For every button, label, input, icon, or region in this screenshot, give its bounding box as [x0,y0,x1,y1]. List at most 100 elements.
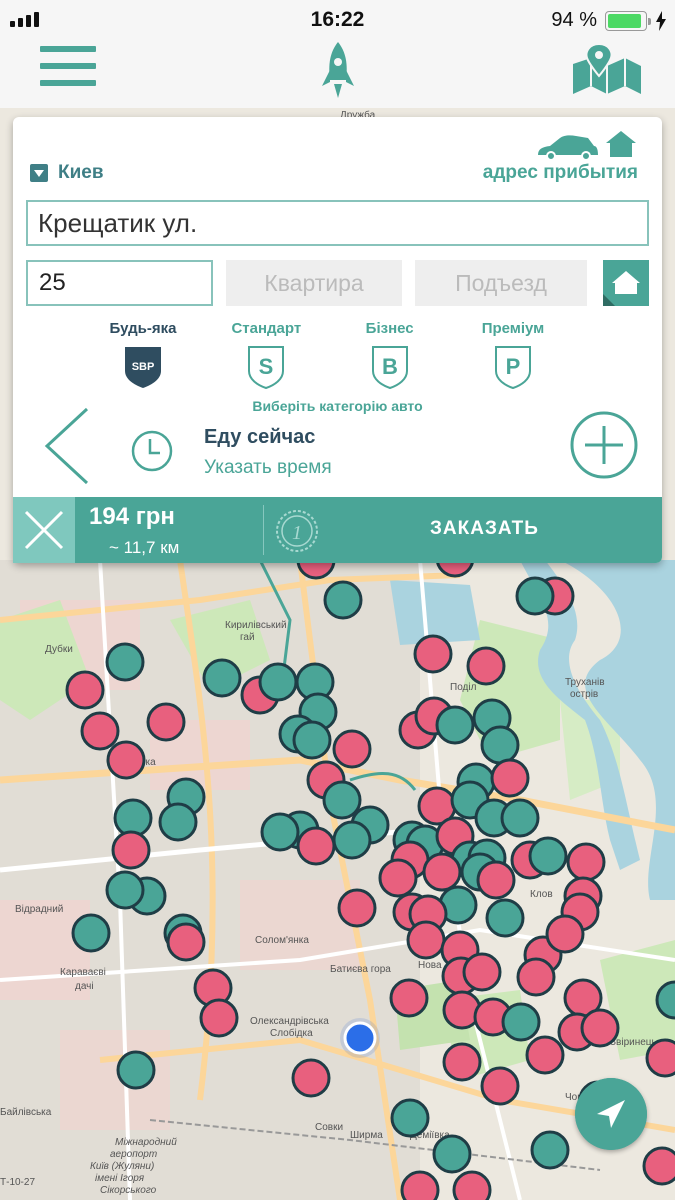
status-bar: 16:22 94 % [0,0,675,40]
car-marker-free[interactable] [71,913,111,953]
car-marker-busy[interactable] [462,952,502,992]
svg-text:Поділ: Поділ [450,682,477,693]
car-marker-free[interactable] [105,870,145,910]
signal-icon [10,12,39,27]
distance-label: ~ 11,7 км [109,538,180,557]
shield-icon: B [371,346,408,390]
map-pin-icon[interactable] [571,44,643,96]
car-marker-busy[interactable] [442,1042,482,1082]
car-marker-busy[interactable] [400,1170,440,1200]
category-standard[interactable]: Стандарт S [216,320,316,394]
car-marker-busy[interactable] [645,1038,675,1078]
car-marker-busy[interactable] [146,702,186,742]
order-button[interactable]: ЗАКАЗАТЬ [430,518,539,540]
car-marker-free[interactable] [323,580,363,620]
car-marker-busy[interactable] [332,729,372,769]
menu-icon[interactable] [40,46,96,92]
car-marker-free[interactable] [528,836,568,876]
rocket-icon [322,42,354,98]
street-input[interactable]: Крещатик ул. [26,200,649,246]
car-marker-free[interactable] [260,812,300,852]
shield-icon: P [494,346,531,390]
svg-text:Клов: Клов [530,889,553,900]
car-marker-busy[interactable] [545,914,585,954]
car-marker-free[interactable] [202,658,242,698]
car-house-icon [538,131,636,161]
car-marker-busy[interactable] [199,998,239,1038]
car-marker-busy[interactable] [642,1146,675,1186]
svg-text:аеропорт: аеропорт [110,1149,157,1160]
category-label: Преміум [481,320,545,337]
car-marker-free[interactable] [116,1050,156,1090]
car-marker-busy[interactable] [525,1035,565,1075]
badge-number: 1 [292,522,302,544]
car-marker-free[interactable] [322,780,362,820]
car-marker-busy[interactable] [296,826,336,866]
close-icon[interactable] [13,497,75,563]
car-marker-busy[interactable] [65,670,105,710]
clock-icon [131,430,173,472]
home-address-button[interactable] [603,260,649,306]
car-marker-free[interactable] [292,720,332,760]
car-marker-busy[interactable] [106,740,146,780]
car-marker-free[interactable] [113,798,153,838]
add-stop-icon[interactable] [569,410,639,480]
svg-text:Батиєва гора: Батиєва гора [330,964,391,975]
car-marker-busy[interactable] [80,711,120,751]
car-marker-free[interactable] [530,1130,570,1170]
car-marker-busy[interactable] [166,922,206,962]
car-marker-free[interactable] [432,1134,472,1174]
car-marker-busy[interactable] [422,852,462,892]
car-marker-free[interactable] [258,662,298,702]
svg-text:Совки: Совки [315,1122,343,1133]
svg-text:Слобідка: Слобідка [270,1027,313,1039]
car-marker-busy[interactable] [490,758,530,798]
car-marker-free[interactable] [500,798,540,838]
car-marker-free[interactable] [105,642,145,682]
svg-text:Олександрівська: Олександрівська [250,1016,329,1027]
car-marker-free[interactable] [332,820,372,860]
bonus-badge-icon: 1 [276,510,318,552]
svg-text:Т-10-27: Т-10-27 [0,1177,35,1188]
car-marker-busy[interactable] [480,1066,520,1106]
car-marker-busy[interactable] [580,1008,620,1048]
car-marker-busy[interactable] [406,920,446,960]
back-arrow-icon[interactable] [43,407,91,485]
car-marker-free[interactable] [390,1098,430,1138]
car-marker-busy[interactable] [389,978,429,1018]
car-marker-busy[interactable] [337,888,377,928]
arrival-address-toggle[interactable]: адрес прибытия [483,162,638,184]
entrance-input[interactable]: Подъезд [415,260,587,306]
apartment-input[interactable]: Квартира [226,260,402,306]
car-marker-free[interactable] [501,1002,541,1042]
car-marker-free[interactable] [480,725,520,765]
category-any[interactable]: Будь-яка SBP [93,320,193,394]
car-marker-busy[interactable] [378,858,418,898]
car-marker-free[interactable] [515,576,555,616]
category-letter: SBP [132,361,155,373]
car-marker-busy[interactable] [466,646,506,686]
ride-now-label[interactable]: Еду сейчас [204,426,315,449]
category-hint: Виберіть категорію авто [252,398,423,414]
city-label: Киев [58,162,104,183]
car-marker-busy[interactable] [566,842,606,882]
category-letter: S [259,354,274,379]
locate-me-button[interactable] [575,1078,647,1150]
car-marker-busy[interactable] [111,830,151,870]
car-marker-busy[interactable] [452,1170,492,1200]
car-marker-busy[interactable] [516,957,556,997]
car-marker-busy[interactable] [291,1058,331,1098]
svg-text:Відрадний: Відрадний [15,904,63,915]
car-marker-busy[interactable] [413,634,453,674]
category-premium[interactable]: Преміум P [463,320,563,394]
car-marker-busy[interactable] [476,860,516,900]
category-business[interactable]: Бізнес B [340,320,440,394]
svg-text:Нова: Нова [418,960,442,971]
car-marker-free[interactable] [158,802,198,842]
set-time-link[interactable]: Указать время [204,457,332,479]
car-marker-free[interactable] [485,898,525,938]
order-bar: 194 грн ~ 11,7 км 1 ЗАКАЗАТЬ [13,497,662,563]
city-selector[interactable]: Киев [30,162,104,184]
house-number-input[interactable]: 25 [26,260,213,306]
car-marker-free[interactable] [435,705,475,745]
